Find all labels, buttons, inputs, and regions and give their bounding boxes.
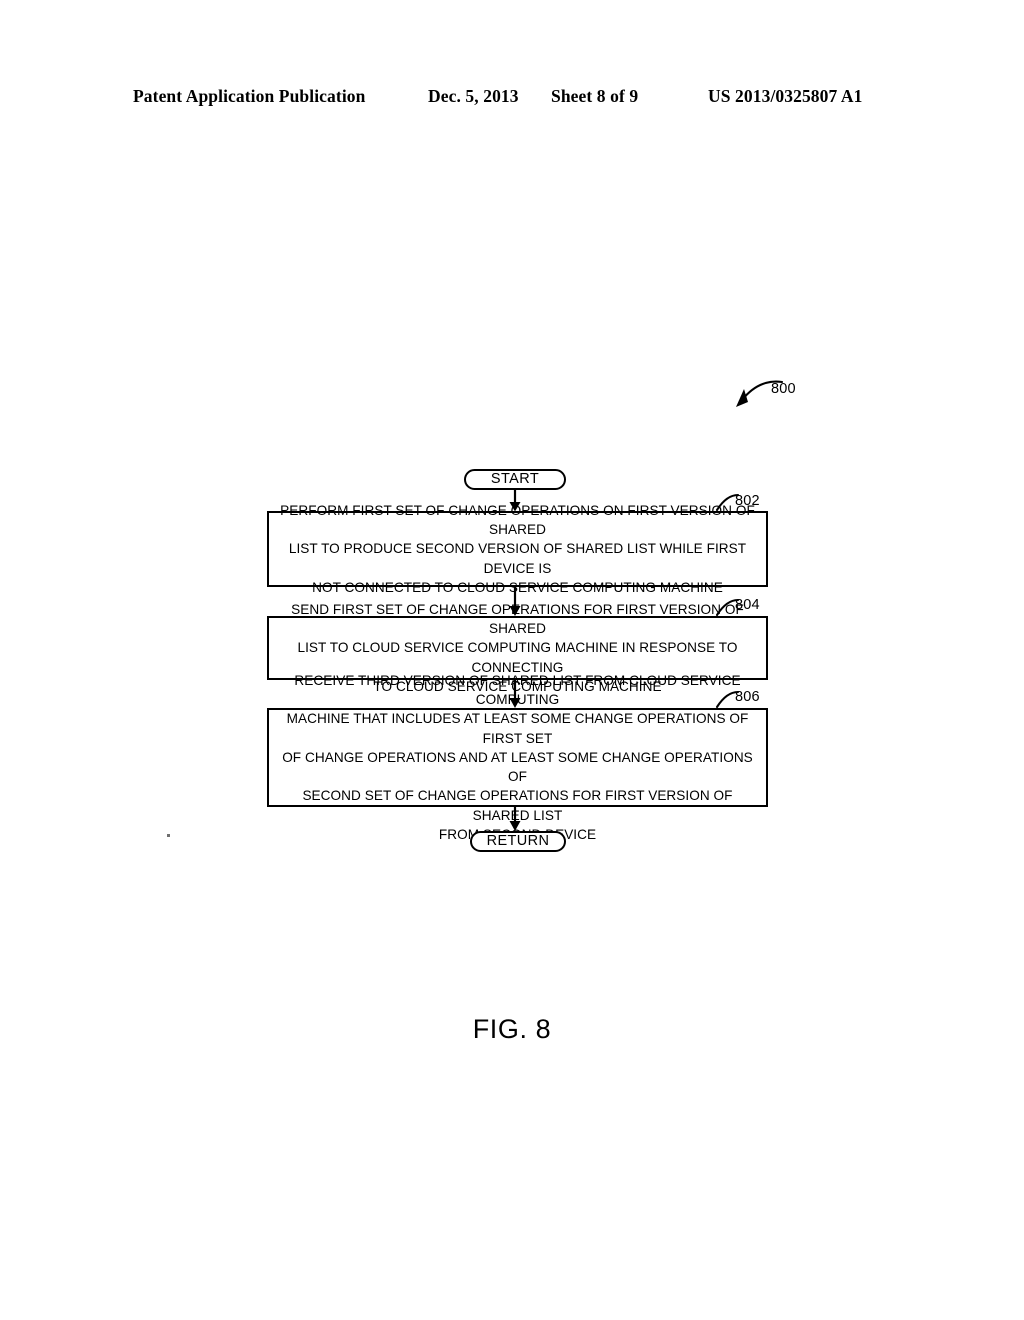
patent-drawing-page: Patent Application Publication Dec. 5, 2… [0,0,1024,1320]
process-box-802-text: PERFORM FIRST SET OF CHANGE OPERATIONS O… [280,502,755,595]
return-terminal: RETURN [470,831,566,852]
start-terminal-label: START [490,471,540,488]
process-box-802: PERFORM FIRST SET OF CHANGE OPERATIONS O… [267,503,768,595]
scan-artifact-dot [167,834,170,837]
flowchart-figure: 800 START 802 PERFORM FIRST SET OF CHANG… [0,0,1024,1320]
figure-caption: FIG. 8 [472,1014,552,1044]
start-terminal: START [464,469,566,490]
reference-numeral-800: 800 [771,381,796,397]
process-box-806: RECEIVE THIRD VERSION OF SHARED LIST FRO… [267,673,768,842]
return-terminal-label: RETURN [486,833,550,850]
connector-806-to-return [509,807,521,831]
